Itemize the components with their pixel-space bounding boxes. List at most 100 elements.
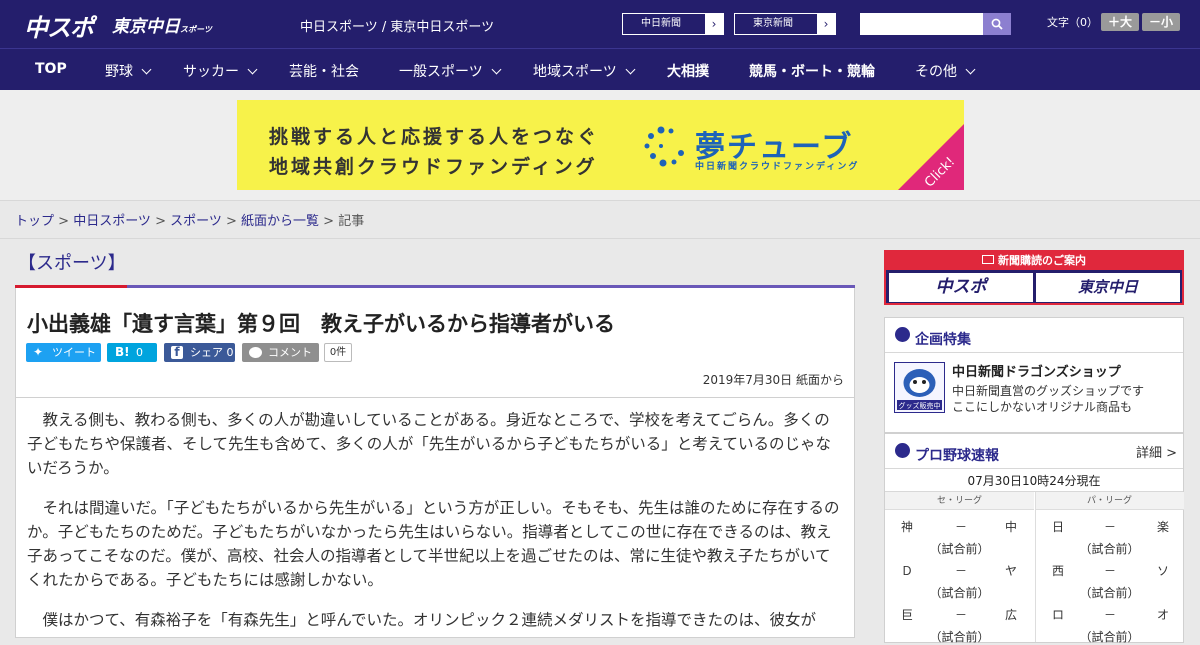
baseball-icon [895,443,910,458]
breadcrumb-paper-list[interactable]: 紙面から一覧 [241,214,319,229]
game-away-team[interactable]: ソ [1157,562,1169,579]
chuspo-logo[interactable]: 中スポ [24,8,94,43]
chevron-right-icon: › [817,14,835,34]
nav-label: その他 [915,64,957,80]
chunichi-link-label: 中日新聞 [641,18,681,29]
article-column: 【スポーツ】 小出義雄「遺す言葉」第９回 教え子がいるから指導者がいる ✦ ツイー… [15,239,855,638]
game-home-team[interactable]: 西 [1052,562,1064,579]
baseball-scores-box: プロ野球速報 詳細 > 07月30日10時24分現在 セ・リーグ パ・リーグ 神… [884,433,1184,644]
game-home-team[interactable]: 日 [1052,518,1064,535]
article-date: 2019年7月30日 紙面から [702,373,844,387]
breadcrumb-top[interactable]: トップ [15,214,54,229]
game-score: － [1104,564,1117,578]
nav-general-sports[interactable]: 一般スポーツ [399,61,502,81]
subscribe-tokyo-chunichi-button[interactable]: 東京中日 [1036,273,1180,302]
article-paragraph: 僕はかつて、有森裕子を「有森先生」と呼んでいた。オリンピック２連続メダリストを指… [42,611,816,629]
shop-description: 中日新聞直営のグッズショップです [952,384,1145,398]
chevron-right-icon: › [705,14,723,34]
nav-entertainment[interactable]: 芸能・社会 [289,61,359,81]
subscription-heading: 新聞購読のご案内 [886,252,1182,270]
special-features-title: 企画特集 [915,332,971,348]
nav-label: サッカー [183,64,239,80]
article-body: 教える側も、教わる側も、多くの人が勘違いしていることがある。身近なところで、学校… [15,398,855,638]
tokyo-logo-text: 東京中日 [112,17,180,37]
nav-label: 一般スポーツ [399,64,483,80]
game-status: （試合前） [1079,586,1140,600]
game-away-team[interactable]: オ [1157,606,1169,623]
game-status: （試合前） [929,586,990,600]
font-larger-button[interactable]: ＋大 [1101,13,1139,31]
nav-label: 地域スポーツ [533,64,617,80]
game-status: （試合前） [929,630,990,644]
hatena-count: 0 [136,346,143,359]
nav-baseball[interactable]: 野球 [105,61,152,81]
pacific-league-header: パ・リーグ [1035,492,1184,510]
facebook-icon: f [171,346,183,359]
special-features-box: 企画特集 グッズ販売中 中日新聞ドラゴンズショップ 中日新聞直営のグッズショップ… [884,317,1184,433]
comment-label: コメント [268,346,312,359]
tokyo-chunichi-logo[interactable]: 東京中日スポーツ [112,12,212,37]
baseball-title: プロ野球速報 [915,448,999,464]
breadcrumb-sports[interactable]: スポーツ [170,214,222,229]
chevron-down-icon [965,64,976,75]
game-away-team[interactable]: 楽 [1157,518,1169,535]
shop-title[interactable]: 中日新聞ドラゴンズショップ [952,361,1121,380]
breadcrumb: トップ > 中日スポーツ > スポーツ > 紙面から一覧 > 記事 [15,210,364,229]
site-names: 中日スポーツ / 東京中日スポーツ [300,20,495,35]
game-home-team[interactable]: ロ [1052,606,1064,623]
crowdfunding-banner[interactable]: 挑戦する人と応援する人をつなぐ 地域共創クラウドファンディング 夢チューブ 中日… [237,100,964,190]
article-header-card: 小出義雄「遺す言葉」第９回 教え子がいるから指導者がいる ✦ ツイート B! 0 f… [15,288,855,398]
shop-badge: グッズ販売中 [899,401,941,410]
nav-regional-sports[interactable]: 地域スポーツ [533,61,636,81]
nav-racing[interactable]: 競馬・ボート・競輪 [749,61,875,81]
facebook-share-button[interactable]: f シェア 0 [164,343,235,362]
nav-soccer[interactable]: サッカー [183,61,258,81]
baseball-detail-link[interactable]: 詳細 > [1136,442,1177,461]
banner-line2: 地域共創クラウドファンディング [269,156,598,178]
nav-label: 野球 [105,64,133,80]
tokyo-shimbun-link[interactable]: 東京新聞 › [734,13,836,35]
chevron-down-icon [491,64,502,75]
subscription-heading-text: 新聞購読のご案内 [998,254,1086,267]
update-time: 07月30日10時24分現在 [885,468,1183,492]
nav-other[interactable]: その他 [915,61,976,81]
chevron-down-icon [247,64,258,75]
game-home-team[interactable]: Ｄ [901,562,913,579]
game-status: （試合前） [1079,630,1140,644]
ball-icon [895,327,910,342]
game-away-team[interactable]: 中 [1005,518,1017,535]
game-score: － [955,608,968,622]
main-nav: TOP 野球 サッカー 芸能・社会 一般スポーツ 地域スポーツ 大相撲 競馬・ボ… [0,48,1200,90]
ad-area: 挑戦する人と応援する人をつなぐ 地域共創クラウドファンディング 夢チューブ 中日… [0,90,1200,201]
divider [1035,492,1036,642]
breadcrumb-current: 記事 [338,214,365,229]
game-score: － [955,520,968,534]
game-away-team[interactable]: ヤ [1005,562,1017,579]
dragons-shop-image[interactable]: グッズ販売中 [894,362,945,413]
game-score: － [1104,520,1117,534]
subscription-box: 新聞購読のご案内 中スポ 東京中日 [884,250,1184,305]
game-status: （試合前） [1079,542,1140,556]
hatena-bookmark-button[interactable]: B! 0 [107,343,157,362]
nav-top[interactable]: TOP [35,61,67,77]
chunichi-shimbun-link[interactable]: 中日新聞 › [622,13,724,35]
section-label: 【スポーツ】 [18,253,126,274]
subscribe-chuspo-button[interactable]: 中スポ [889,273,1033,302]
game-away-team[interactable]: 広 [1005,606,1017,623]
article-paragraph: 教える側も、教わる側も、多くの人が勘違いしていることがある。身近なところで、学校… [27,411,831,477]
search-input[interactable] [860,13,983,35]
breadcrumb-chuspo[interactable]: 中日スポーツ [73,214,151,229]
game-home-team[interactable]: 神 [901,518,913,535]
tweet-button[interactable]: ✦ ツイート [26,343,101,362]
top-header: 中スポ 東京中日スポーツ 中日スポーツ / 東京中日スポーツ 中日新聞 › 東京新… [0,0,1200,48]
nav-sumo[interactable]: 大相撲 [667,61,709,81]
twitter-icon: ✦ [33,345,44,359]
game-home-team[interactable]: 巨 [901,606,913,623]
tweet-label: ツイート [52,346,96,359]
comment-button[interactable]: コメント [242,343,319,362]
font-size-label: 文字（0） [1047,16,1098,29]
font-smaller-button[interactable]: －小 [1142,13,1180,31]
tokyo-link-label: 東京新聞 [753,18,793,29]
search-button[interactable] [983,13,1011,35]
game-status: （試合前） [929,542,990,556]
